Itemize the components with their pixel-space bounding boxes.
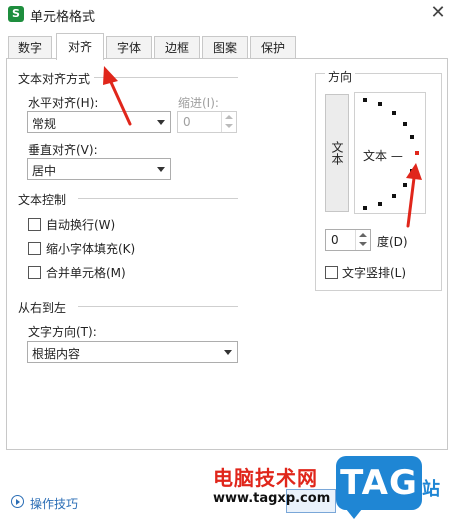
watermark-logo: TAG xyxy=(336,456,422,519)
section-title-text-control: 文本控制 xyxy=(18,191,71,208)
watermark-side-text: 站 xyxy=(422,479,440,500)
stepper-down-icon xyxy=(359,242,367,246)
dial-tick xyxy=(363,206,367,210)
wrap-text-label[interactable]: 自动换行(W) xyxy=(46,216,115,233)
indent-value: 0 xyxy=(183,115,191,129)
indent-stepper[interactable]: 0 xyxy=(177,111,237,133)
dial-tick xyxy=(363,98,367,102)
watermark-text: 电脑技术网 xyxy=(213,466,318,490)
wps-sheet-app-icon: S xyxy=(8,6,24,22)
dial-text: 文本 — xyxy=(363,149,403,163)
text-direction-label: 文字方向(T): xyxy=(28,325,97,339)
orientation-dial[interactable]: 文本 — xyxy=(354,92,426,214)
stepper-up-icon xyxy=(359,233,367,237)
degree-stepper[interactable]: 0 xyxy=(325,229,371,251)
text-direction-select[interactable]: 根据内容 xyxy=(27,341,238,363)
indent-label: 缩进(I): xyxy=(178,96,219,110)
play-circle-icon[interactable] xyxy=(11,495,24,508)
section-divider xyxy=(90,77,238,78)
vertical-align-label: 垂直对齐(V): xyxy=(28,143,98,157)
vertical-text-label[interactable]: 文字竖排(L) xyxy=(342,264,406,281)
dial-tick xyxy=(403,122,407,126)
section-divider xyxy=(78,306,238,307)
text-direction-value: 根据内容 xyxy=(32,347,81,361)
chevron-down-icon xyxy=(224,350,232,355)
dial-tick xyxy=(410,169,414,173)
section-title-text-alignment: 文本对齐方式 xyxy=(18,70,95,87)
tab-number[interactable]: 数字 xyxy=(8,36,52,58)
tips-link[interactable]: 操作技巧 xyxy=(30,495,78,512)
merge-cells-checkbox[interactable] xyxy=(28,266,41,279)
chevron-down-icon xyxy=(157,120,165,125)
tab-protection[interactable]: 保护 xyxy=(250,36,296,58)
section-title-rtl: 从右到左 xyxy=(18,299,71,316)
tab-pattern[interactable]: 图案 xyxy=(202,36,248,58)
degree-label: 度(D) xyxy=(377,235,408,249)
shrink-to-fit-checkbox[interactable] xyxy=(28,242,41,255)
horizontal-align-select[interactable]: 常规 xyxy=(27,111,171,133)
tab-font[interactable]: 字体 xyxy=(106,36,152,58)
section-title-orientation: 方向 xyxy=(325,68,356,85)
vertical-align-value: 居中 xyxy=(32,164,57,178)
dial-handle[interactable] xyxy=(415,151,419,155)
shrink-to-fit-label[interactable]: 缩小字体填充(K) xyxy=(46,240,135,257)
vertical-text-button[interactable]: 文本 xyxy=(325,94,349,212)
dial-tick xyxy=(378,102,382,106)
tab-alignment[interactable]: 对齐 xyxy=(56,33,104,60)
vertical-text-checkbox[interactable] xyxy=(325,266,338,279)
merge-cells-label[interactable]: 合并单元格(M) xyxy=(46,264,126,281)
chevron-down-icon xyxy=(157,167,165,172)
dial-tick xyxy=(403,183,407,187)
degree-value: 0 xyxy=(331,233,339,247)
horizontal-align-label: 水平对齐(H): xyxy=(28,96,99,110)
horizontal-align-value: 常规 xyxy=(32,117,57,131)
watermark-url: www.tagxp.com xyxy=(213,491,331,506)
vertical-align-select[interactable]: 居中 xyxy=(27,158,171,180)
dial-tick xyxy=(410,135,414,139)
stepper-up-icon xyxy=(225,115,233,119)
dial-tick xyxy=(392,111,396,115)
stepper-down-icon xyxy=(225,124,233,128)
wrap-text-checkbox[interactable] xyxy=(28,218,41,231)
close-icon[interactable]: ✕ xyxy=(428,3,448,23)
dialog-title: 单元格格式 xyxy=(30,10,96,25)
dial-tick xyxy=(378,202,382,206)
section-divider xyxy=(78,198,238,199)
dial-tick xyxy=(392,194,396,198)
tab-border[interactable]: 边框 xyxy=(154,36,200,58)
